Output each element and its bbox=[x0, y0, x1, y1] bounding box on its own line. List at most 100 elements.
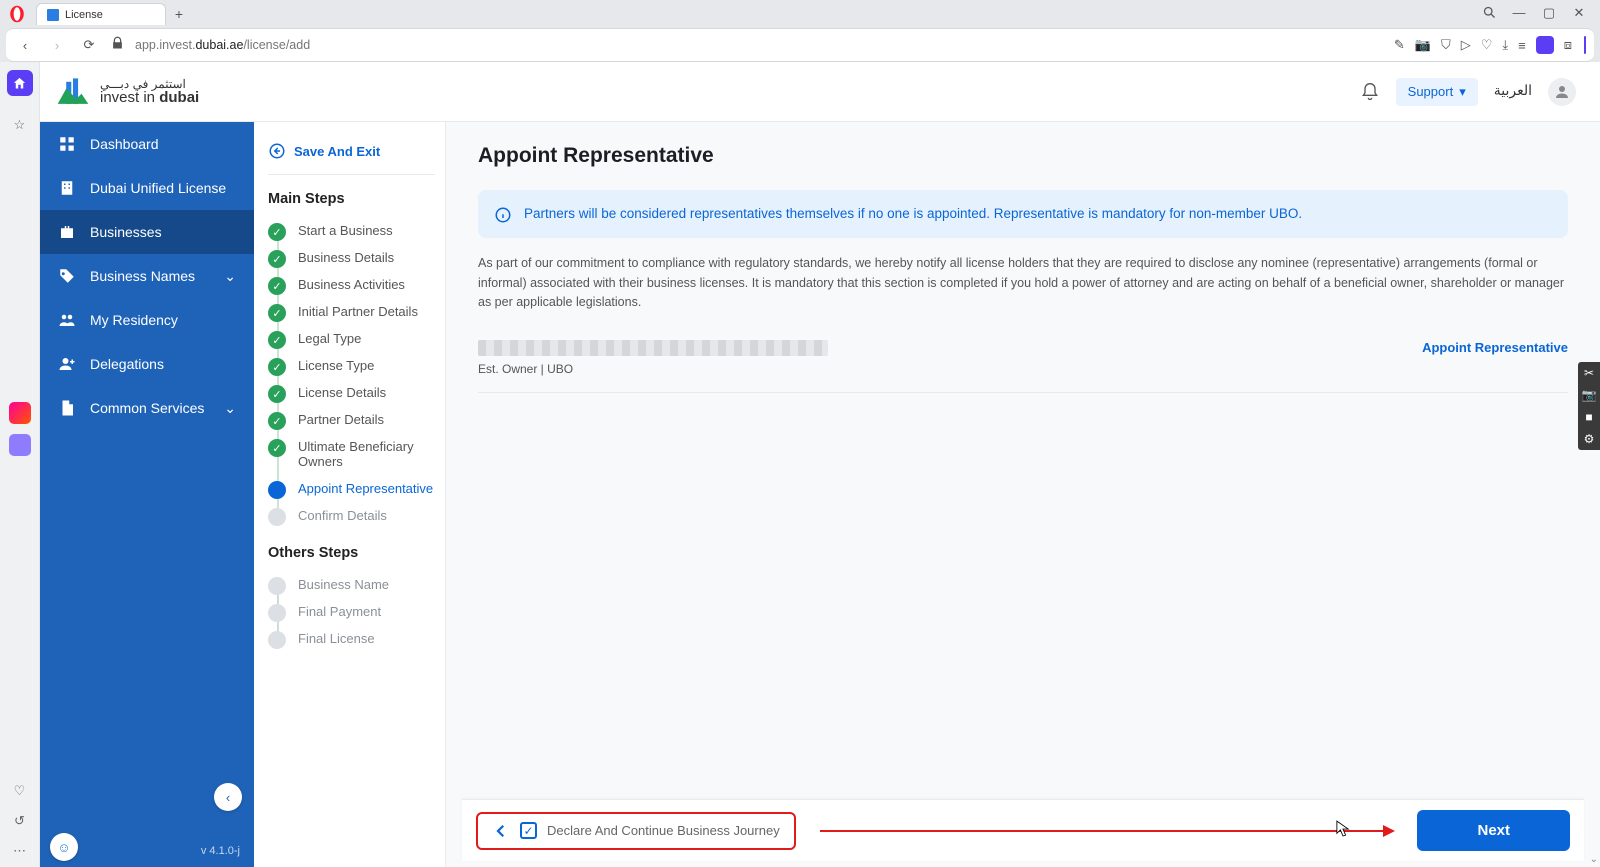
sidebar-item-business-names[interactable]: Business Names ⌄ bbox=[40, 254, 254, 298]
chevron-down-icon: ⌄ bbox=[224, 400, 236, 417]
step-label: Business Activities bbox=[298, 277, 405, 292]
step-license-details[interactable]: ✓License Details bbox=[268, 379, 435, 406]
sidebar-item-my-residency[interactable]: My Residency bbox=[40, 298, 254, 342]
step-initial-partner-details[interactable]: ✓ Initial Partner Details bbox=[268, 298, 435, 325]
lock-icon bbox=[110, 36, 125, 54]
partner-row: Est. Owner | UBO Appoint Representative bbox=[478, 334, 1568, 393]
step-appoint-representative[interactable]: Appoint Representative bbox=[268, 475, 435, 502]
check-icon: ✓ bbox=[268, 412, 286, 430]
step-label: Initial Partner Details bbox=[298, 304, 418, 319]
tool-screenshot-icon[interactable]: 📷 bbox=[1578, 384, 1600, 406]
opera-home-button[interactable] bbox=[7, 70, 33, 96]
forward-button[interactable]: › bbox=[46, 34, 68, 56]
url-display[interactable]: app.invest.dubai.ae/license/add bbox=[135, 38, 310, 52]
opera-logo-icon bbox=[6, 3, 28, 25]
dot-current-icon bbox=[268, 481, 286, 499]
other-step-final-payment[interactable]: Final Payment bbox=[268, 598, 435, 625]
step-start-a-business[interactable]: ✓Start a Business bbox=[268, 217, 435, 244]
brand-logo[interactable]: استثمر في دبـــي invest in dubai bbox=[56, 76, 199, 108]
address-bar: ‹ › ⟳ app.invest.dubai.ae/license/add ✎ … bbox=[6, 28, 1594, 62]
other-step-business-name[interactable]: Business Name bbox=[268, 571, 435, 598]
extensions-icon[interactable]: ⧈ bbox=[1564, 37, 1572, 53]
bookmarks-icon[interactable]: ☆ bbox=[9, 114, 31, 136]
floating-tools: ✂ 📷 ■ ⚙ bbox=[1578, 362, 1600, 450]
step-business-activities[interactable]: ✓ Business Activities bbox=[268, 271, 435, 298]
maximize-window-icon[interactable]: ▢ bbox=[1540, 5, 1558, 23]
language-switch[interactable]: العربية bbox=[1494, 83, 1532, 100]
sidebar-item-common-services[interactable]: Common Services ⌄ bbox=[40, 386, 254, 430]
heart-icon[interactable]: ♡ bbox=[1481, 37, 1493, 53]
step-label: Business Details bbox=[298, 250, 394, 265]
step-confirm-details[interactable]: Confirm Details bbox=[268, 502, 435, 529]
close-window-icon[interactable]: ✕ bbox=[1570, 5, 1588, 23]
step-label: Partner Details bbox=[298, 412, 384, 427]
step-label: License Type bbox=[298, 358, 374, 373]
sidebar-item-unified-license[interactable]: Dubai Unified License bbox=[40, 166, 254, 210]
step-business-details[interactable]: ✓Business Details bbox=[268, 244, 435, 271]
check-icon: ✓ bbox=[268, 304, 286, 322]
opera-sidebar: ☆ ♡ ↺ ⋯ bbox=[0, 62, 40, 867]
step-license-type[interactable]: ✓ License Type bbox=[268, 352, 435, 379]
tool-record-icon[interactable]: ■ bbox=[1578, 406, 1600, 428]
history-icon[interactable]: ↺ bbox=[14, 813, 25, 829]
profile-pill-icon[interactable] bbox=[1536, 36, 1554, 54]
edit-icon[interactable]: ✎ bbox=[1394, 37, 1405, 53]
document-icon bbox=[58, 399, 76, 417]
partner-role: Est. Owner | UBO bbox=[478, 362, 828, 376]
check-icon: ✓ bbox=[268, 223, 286, 241]
info-icon bbox=[494, 206, 512, 224]
scroll-down-indicator[interactable]: ⌄ bbox=[1590, 854, 1598, 865]
sidebar-item-businesses[interactable]: Businesses bbox=[40, 210, 254, 254]
camera-icon[interactable]: 📷 bbox=[1415, 37, 1431, 53]
check-icon: ✓ bbox=[268, 277, 286, 295]
download-icon[interactable]: ⤓ bbox=[1502, 37, 1508, 53]
disclosure-text: As part of our commitment to compliance … bbox=[478, 254, 1568, 312]
step-ultimate-beneficiary-owners[interactable]: ✓Ultimate Beneficiary Owners bbox=[268, 433, 435, 475]
send-icon[interactable]: ▷ bbox=[1461, 37, 1471, 53]
sidebar-collapse-button[interactable]: ‹ bbox=[214, 783, 242, 811]
step-partner-details[interactable]: ✓ Partner Details bbox=[268, 406, 435, 433]
notifications-icon[interactable] bbox=[1360, 82, 1380, 102]
step-label: Confirm Details bbox=[298, 508, 387, 523]
grid-icon bbox=[58, 135, 76, 153]
dot-pending-icon bbox=[268, 604, 286, 622]
sidebar-item-delegations[interactable]: Delegations bbox=[40, 342, 254, 386]
minimize-window-icon[interactable]: — bbox=[1510, 5, 1528, 23]
search-browser-icon[interactable] bbox=[1480, 5, 1498, 23]
support-button[interactable]: Support ▾ bbox=[1396, 78, 1478, 106]
dot-pending-icon bbox=[268, 508, 286, 526]
chat-widget-icon[interactable]: ☺ bbox=[50, 833, 78, 861]
shield-icon[interactable]: ⛉ bbox=[1441, 37, 1451, 53]
favorites-icon[interactable]: ♡ bbox=[14, 783, 26, 799]
step-label: Ultimate Beneficiary Owners bbox=[298, 439, 414, 469]
tool-clip-icon[interactable]: ✂ bbox=[1578, 362, 1600, 384]
browser-tab[interactable]: License bbox=[36, 3, 166, 25]
other-step-final-license[interactable]: Final License bbox=[268, 625, 435, 652]
new-tab-button[interactable]: + bbox=[168, 3, 190, 25]
workspace-icon-1[interactable] bbox=[9, 402, 31, 424]
accent-bar bbox=[1584, 36, 1586, 54]
workspace-icon-2[interactable] bbox=[9, 434, 31, 456]
save-and-exit-button[interactable]: Save And Exit bbox=[268, 138, 435, 175]
arrow-left-circle-icon bbox=[268, 142, 286, 160]
step-label: Final License bbox=[298, 631, 375, 646]
back-button[interactable]: ‹ bbox=[14, 34, 36, 56]
declare-continue-group: ✓ Declare And Continue Business Journey bbox=[476, 812, 796, 850]
user-avatar[interactable] bbox=[1548, 78, 1576, 106]
page-title: Appoint Representative bbox=[478, 144, 1568, 168]
tab-title: License bbox=[65, 9, 103, 21]
appoint-representative-link[interactable]: Appoint Representative bbox=[1422, 340, 1568, 355]
reload-button[interactable]: ⟳ bbox=[78, 34, 100, 56]
more-icon[interactable]: ⋯ bbox=[13, 843, 26, 859]
tool-settings-icon[interactable]: ⚙ bbox=[1578, 428, 1600, 450]
menu-icon[interactable]: ≡ bbox=[1518, 38, 1526, 53]
next-button[interactable]: Next bbox=[1417, 810, 1570, 851]
partner-name-redacted bbox=[478, 340, 828, 356]
sidebar-item-dashboard[interactable]: Dashboard bbox=[40, 122, 254, 166]
annotation-arrow bbox=[820, 830, 1394, 832]
step-legal-type[interactable]: ✓Legal Type bbox=[268, 325, 435, 352]
declare-checkbox[interactable]: ✓ bbox=[520, 822, 537, 839]
check-icon: ✓ bbox=[268, 358, 286, 376]
step-back-button[interactable] bbox=[492, 822, 510, 840]
main-content: Appoint Representative Partners will be … bbox=[446, 122, 1600, 867]
